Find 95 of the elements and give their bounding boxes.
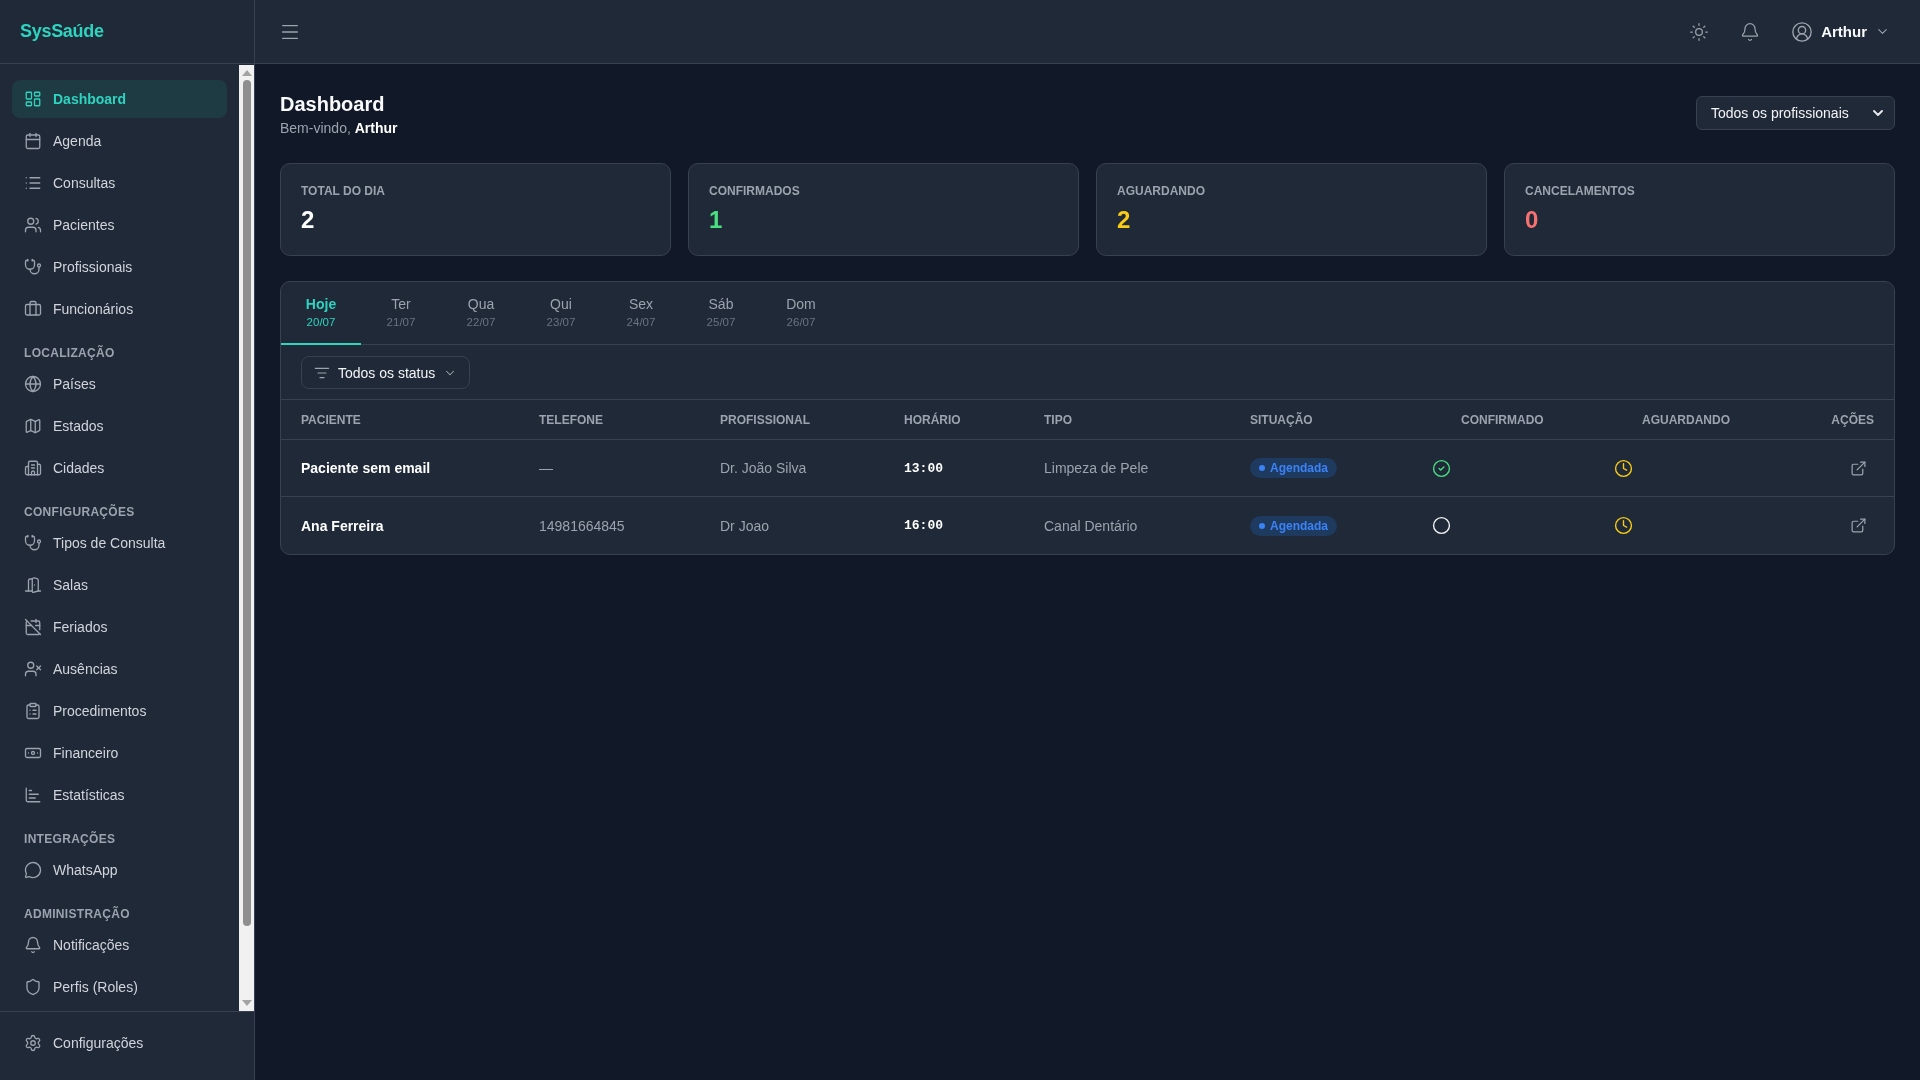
table-cell-text: Ana Ferreira (301, 517, 385, 534)
section-label: ADMINISTRAÇÃO (23, 905, 131, 922)
user-menu-button[interactable]: Arthur (1785, 14, 1896, 49)
table-cell-text: Dr Joao (720, 517, 771, 534)
stat-label: TOTAL DO DIA (301, 183, 386, 199)
app-logo: SysSaúde (20, 21, 104, 42)
section-label: CONFIGURAÇÕES (23, 503, 136, 520)
sidebar-item[interactable]: Notificações (12, 926, 227, 964)
sidebar-item[interactable]: Estados (12, 407, 227, 445)
sidebar-item[interactable]: Funcionários (12, 290, 227, 328)
chat-bubble-icon (24, 861, 42, 879)
sidebar-item[interactable]: Financeiro (12, 734, 227, 772)
map-icon (24, 417, 42, 435)
table-cell-text: 14981664845 (539, 517, 626, 534)
column-header: SITUAÇÃO (1250, 412, 1313, 427)
sidebar-item[interactable]: Perfis (Roles) (12, 968, 227, 1006)
column-header: AGUARDANDO (1641, 412, 1730, 427)
column-header: TELEFONE (539, 412, 603, 427)
stat-value: 2 (301, 205, 316, 235)
stat-label: CANCELAMENTOS (1525, 183, 1636, 199)
stat-value: 2 (1117, 205, 1132, 235)
column-header: PROFISSIONAL (720, 412, 810, 427)
scrollbar[interactable] (239, 65, 254, 1011)
sidebar-item[interactable]: Ausências (12, 650, 227, 688)
shield-icon (24, 978, 42, 996)
users-icon (24, 216, 42, 234)
sidebar-item[interactable]: Salas (12, 566, 227, 604)
external-link-icon (1850, 517, 1867, 534)
day-tab[interactable]: Sex 24/07 (601, 282, 681, 345)
sidebar-item[interactable]: Consultas (12, 164, 227, 202)
stethoscope-icon (24, 534, 42, 552)
day-tab[interactable]: Qua 22/07 (441, 282, 521, 345)
table-cell-text: Dr. João Silva (720, 460, 808, 476)
section-label: LOCALIZAÇÃO (23, 344, 116, 361)
stat-value: 0 (1525, 205, 1540, 235)
sidebar-item[interactable]: Cidades (12, 449, 227, 487)
bell-icon (24, 936, 42, 954)
sun-icon (1689, 21, 1710, 42)
day-tab[interactable]: Dom 26/07 (761, 282, 841, 345)
status-filter-button[interactable]: Todos os status (301, 356, 471, 389)
table-cell-text: Canal Dentário (1044, 517, 1139, 534)
bar-chart-icon (24, 786, 42, 804)
list-icon (24, 174, 42, 192)
table-cell-text: 16:00 (904, 518, 944, 533)
open-external-button[interactable] (1850, 517, 1867, 534)
user-x-icon (24, 660, 42, 678)
sidebar-item[interactable]: WhatsApp (12, 851, 227, 889)
day-tab[interactable]: Hoje 20/07 (281, 282, 361, 345)
day-tab[interactable]: Sáb 25/07 (681, 282, 761, 345)
sidebar-item[interactable]: Configurações (12, 1024, 242, 1062)
column-header: PACIENTE (301, 412, 361, 427)
door-icon (24, 576, 42, 594)
sidebar-item[interactable]: Estatísticas (12, 776, 227, 814)
clipboard-icon (24, 702, 42, 720)
section-label: INTEGRAÇÕES (23, 830, 117, 847)
sidebar-item[interactable]: Procedimentos (12, 692, 227, 730)
stat-label: AGUARDANDO (1117, 183, 1206, 199)
table-cell-text: Limpeza de Pele (1044, 460, 1150, 476)
page-title: Dashboard (280, 92, 386, 117)
user-avatar-icon (1791, 20, 1814, 43)
stat-value: 1 (709, 205, 724, 235)
table-cell-text: — (539, 460, 554, 476)
sidebar-item[interactable]: Agenda (12, 122, 227, 160)
day-tab[interactable]: Ter 21/07 (361, 282, 441, 345)
sidebar-item[interactable]: Pacientes (12, 206, 227, 244)
day-tab[interactable]: Qui 23/07 (521, 282, 601, 345)
briefcase-icon (24, 300, 42, 318)
calendar-off-icon (24, 618, 42, 636)
sidebar-item[interactable]: Feriados (12, 608, 227, 646)
stethoscope-icon (24, 258, 42, 276)
sidebar-item[interactable]: Dashboard (12, 80, 227, 118)
table-cell-text: 13:00 (904, 460, 944, 476)
column-header: AÇÕES (1831, 412, 1874, 427)
sidebar-item[interactable]: Profissionais (12, 248, 227, 286)
external-link-icon (1850, 459, 1867, 477)
greeting-text: Bem-vindo, Arthur (280, 119, 398, 138)
status-label: Agendada (1270, 517, 1328, 534)
professional-select[interactable]: Todos os profissionais (1696, 96, 1895, 130)
dashboard-icon (24, 90, 42, 108)
open-external-button[interactable] (1850, 459, 1867, 477)
bell-icon (1740, 21, 1761, 42)
column-header: CONFIRMADO (1460, 412, 1544, 427)
sidebar-item[interactable]: Tipos de Consulta (12, 524, 227, 562)
sidebar-item[interactable]: Países (12, 365, 227, 403)
settings-icon (24, 1034, 42, 1052)
column-header: HORÁRIO (904, 412, 961, 427)
globe-icon (24, 375, 42, 393)
table-cell-text: Paciente sem email (301, 460, 432, 476)
building-icon (24, 459, 42, 477)
dot-icon (1259, 465, 1265, 471)
calendar-icon (24, 132, 42, 150)
stat-label: CONFIRMADOS (709, 183, 801, 199)
dot-icon (1259, 522, 1265, 529)
status-label: Agendada (1270, 460, 1328, 476)
column-header: TIPO (1044, 412, 1072, 427)
